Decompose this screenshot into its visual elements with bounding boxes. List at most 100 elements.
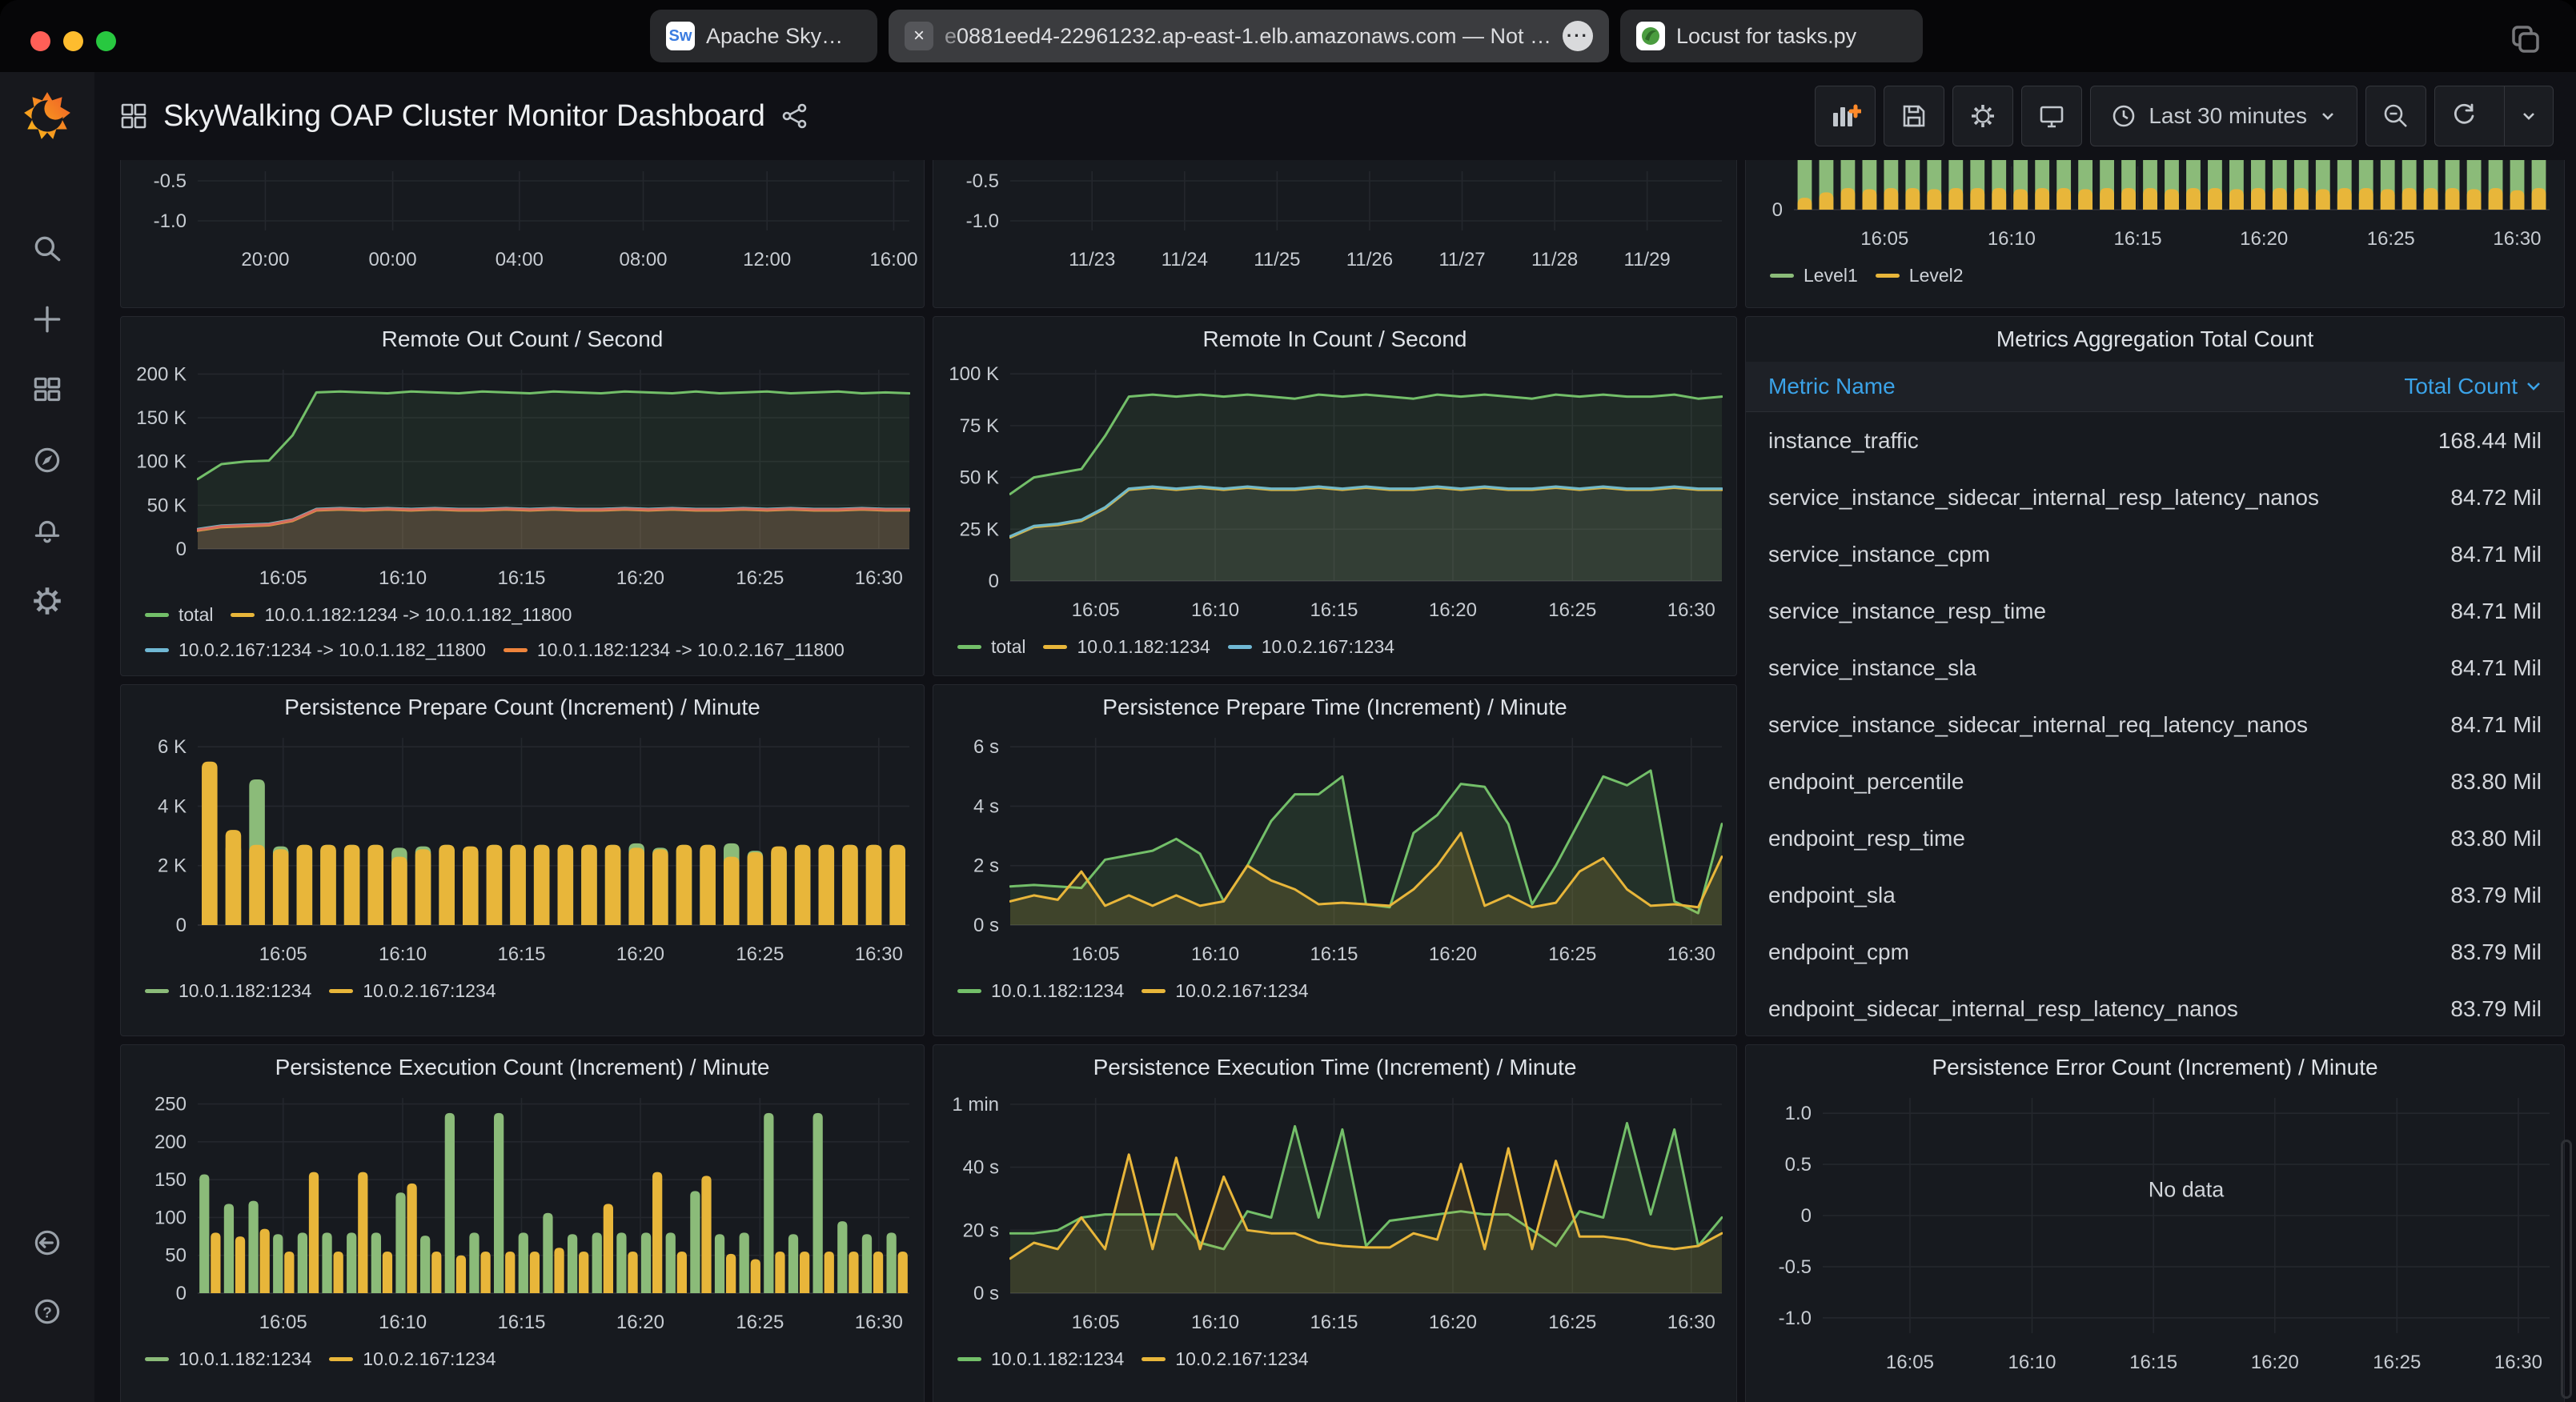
zoom-window-button[interactable] [96, 31, 116, 51]
svg-text:100 K: 100 K [136, 451, 187, 473]
legend-series-color [957, 1357, 981, 1361]
dashboard-settings-button[interactable] [1952, 86, 2013, 146]
dashboards-icon[interactable] [30, 373, 64, 407]
legend-item[interactable]: 10.0.2.167:1234 [1142, 973, 1308, 1008]
legend-item[interactable]: 10.0.2.167:1234 [329, 1341, 496, 1376]
tab-close-icon[interactable]: × [905, 22, 933, 50]
svg-text:16:20: 16:20 [616, 943, 664, 965]
svg-text:16:25: 16:25 [2373, 1352, 2421, 1373]
svg-text:16:20: 16:20 [616, 1312, 664, 1333]
legend-item[interactable]: 10.0.2.167:1234 [1142, 1341, 1308, 1376]
time-range-picker[interactable]: Last 30 minutes [2090, 86, 2357, 146]
legend-series-color [957, 645, 981, 649]
legend-item[interactable]: 10.0.1.182:1234 -> 10.0.1.182_11800 [231, 597, 572, 632]
browser-tab-skywalking[interactable]: Sw Apache SkyWalki... [650, 10, 877, 62]
alerting-bell-icon[interactable] [30, 514, 64, 547]
tab-overview-icon[interactable] [2507, 21, 2542, 56]
panel-title[interactable]: Metrics Aggregation Total Count [1746, 317, 2564, 362]
scrollbar-thumb[interactable] [2561, 1140, 2572, 1399]
legend-item[interactable]: total [145, 597, 213, 632]
svg-text:0: 0 [176, 539, 187, 560]
legend-item[interactable]: 10.0.2.167:1234 -> 10.0.1.182_11800 [145, 632, 486, 667]
browser-tab-locust[interactable]: Locust for tasks.py [1620, 10, 1923, 62]
panel-title[interactable]: Persistence Prepare Time (Increment) / M… [933, 685, 1736, 730]
svg-text:16:05: 16:05 [1072, 943, 1120, 965]
svg-text:16:05: 16:05 [259, 943, 307, 965]
svg-text:0 s: 0 s [973, 915, 999, 936]
close-window-button[interactable] [30, 31, 50, 51]
svg-text:16:25: 16:25 [1548, 599, 1596, 621]
sign-in-icon[interactable] [30, 1226, 64, 1260]
table-row: service_instance_resp_time84.71 Mil [1746, 583, 2564, 639]
svg-text:25 K: 25 K [960, 519, 999, 540]
legend-series-color [1228, 645, 1252, 649]
metric-name-cell: service_instance_sidecar_internal_resp_l… [1768, 485, 2319, 511]
grafana-sidebar: ? [0, 72, 94, 1402]
search-icon[interactable] [30, 232, 64, 266]
chevron-down-icon [2519, 106, 2538, 126]
legend-item[interactable]: 10.0.1.182:1234 [957, 973, 1124, 1008]
refresh-button[interactable] [2435, 86, 2493, 146]
svg-text:16:25: 16:25 [736, 943, 784, 965]
legend-series-color [145, 989, 169, 993]
svg-text:16:15: 16:15 [1310, 599, 1358, 621]
legend-item[interactable]: Level2 [1876, 258, 1964, 293]
legend-item[interactable]: 10.0.2.167:1234 [1228, 629, 1394, 664]
zoom-out-time-button[interactable] [2365, 86, 2426, 146]
cycle-view-mode-button[interactable] [2021, 86, 2082, 146]
sort-desc-icon [2526, 381, 2542, 392]
legend-series-label: 10.0.2.167:1234 [363, 973, 496, 1008]
metric-name-cell: endpoint_cpm [1768, 939, 1909, 965]
minimize-window-button[interactable] [63, 31, 83, 51]
svg-text:-0.5: -0.5 [966, 170, 999, 192]
legend-series-color [145, 613, 169, 617]
legend-remote-in: total 10.0.1.182:1234 10.0.2.167:1234 [933, 626, 1736, 671]
legend-item[interactable]: 10.0.1.182:1234 [957, 1341, 1124, 1376]
legend-series-label: total [991, 629, 1025, 664]
add-panel-button[interactable] [1815, 86, 1876, 146]
legend-item[interactable]: total [957, 629, 1025, 664]
configuration-gear-icon[interactable] [30, 584, 64, 618]
chart-remote-out: 050 K100 K150 K200 K16:0516:1016:1516:20… [121, 362, 924, 594]
explore-compass-icon[interactable] [30, 443, 64, 477]
svg-text:0 s: 0 s [973, 1283, 999, 1304]
legend-series-label: 10.0.1.182:1234 [1077, 629, 1210, 664]
svg-text:16:20: 16:20 [2251, 1352, 2299, 1373]
help-icon[interactable]: ? [30, 1295, 64, 1328]
refresh-interval-dropdown[interactable] [2504, 86, 2553, 146]
legend-item[interactable]: 10.0.1.182:1234 -> 10.0.2.167_11800 [504, 632, 845, 667]
panel-remote-in: Remote In Count / Second 025 K50 K75 K10… [933, 316, 1737, 676]
legend-item[interactable]: 10.0.1.182:1234 [145, 1341, 311, 1376]
legend-item[interactable]: Level1 [1770, 258, 1858, 293]
share-icon[interactable] [781, 102, 809, 130]
legend-item[interactable]: 10.0.2.167:1234 -> 10.0.2.167_11800 [145, 667, 486, 676]
browser-tab-active-url[interactable]: × e0881eed4-22961232.ap-east-1.elb.amazo… [889, 10, 1609, 62]
svg-text:16:10: 16:10 [1191, 943, 1239, 965]
legend-item[interactable]: 10.0.1.182:1234 [1043, 629, 1210, 664]
legend-exec-time: 10.0.1.182:1234 10.0.2.167:1234 [933, 1338, 1736, 1383]
create-plus-icon[interactable] [30, 302, 64, 336]
grafana-logo[interactable] [21, 90, 74, 142]
legend-item[interactable]: 10.0.1.182:1234 [145, 973, 311, 1008]
grafana-app: ? SkyWalking OAP Cluster Monitor Dashboa… [0, 72, 2576, 1402]
panel-title[interactable]: Remote Out Count / Second [121, 317, 924, 362]
tab-more-icon[interactable]: ··· [1563, 21, 1593, 51]
save-dashboard-button[interactable] [1884, 86, 1944, 146]
column-header-metric-name[interactable]: Metric Name [1768, 374, 1896, 399]
tab-url-text: 0881eed4-22961232.ap-east-1.elb.amazonaw… [957, 24, 1551, 48]
legend-series-label: Level1 [1804, 258, 1858, 293]
legend-series-color [1043, 645, 1067, 649]
panel-title[interactable]: Remote In Count / Second [933, 317, 1736, 362]
panel-title[interactable]: Persistence Execution Count (Increment) … [121, 1045, 924, 1090]
total-count-cell: 83.79 Mil [2450, 996, 2542, 1022]
panel-clip-mid: -0.5-1.011/2311/2411/2511/2611/2711/2811… [933, 160, 1737, 308]
svg-text:16:30: 16:30 [1667, 943, 1715, 965]
svg-text:16:30: 16:30 [2493, 228, 2541, 250]
legend-item[interactable]: 10.0.2.167:1234 [329, 973, 496, 1008]
panel-title[interactable]: Persistence Error Count (Increment) / Mi… [1746, 1045, 2564, 1090]
panel-title[interactable]: Persistence Execution Time (Increment) /… [933, 1045, 1736, 1090]
svg-text:0: 0 [176, 1283, 187, 1304]
svg-text:11/26: 11/26 [1346, 249, 1393, 270]
column-header-total-count[interactable]: Total Count [2404, 374, 2542, 399]
panel-title[interactable]: Persistence Prepare Count (Increment) / … [121, 685, 924, 730]
